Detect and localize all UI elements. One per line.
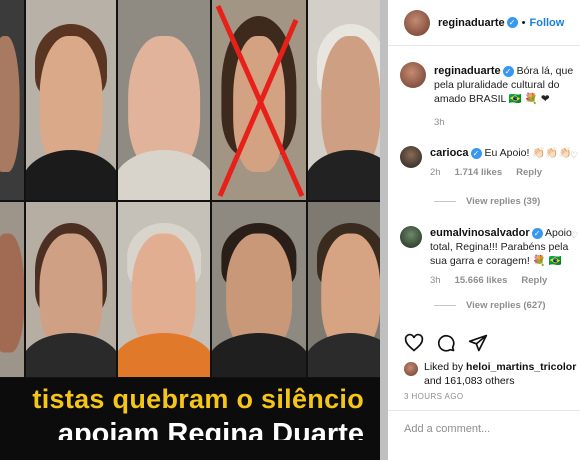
- portrait-10: [308, 202, 385, 377]
- comment-username[interactable]: eumalvinosalvador: [430, 227, 530, 239]
- frame-divider: [380, 0, 388, 460]
- portrait-1: [0, 0, 24, 200]
- liked-by-user[interactable]: heloi_martins_tricolor: [466, 361, 576, 373]
- liked-by-prefix: Liked by: [424, 361, 464, 373]
- verified-badge-icon: ✓: [502, 65, 514, 77]
- post-timestamp: 3 HOURS AGO: [404, 392, 464, 401]
- comment-time: 3h: [430, 275, 441, 286]
- comment-text: Eu Apoio! 👏🏻👏🏻👏🏻: [484, 147, 572, 159]
- portrait-9: [212, 202, 306, 377]
- comment-likes[interactable]: 15.666 likes: [455, 274, 508, 288]
- post-actions: [404, 333, 488, 353]
- comment-icon[interactable]: [436, 333, 456, 353]
- comment-carioca: carioca ✓ Eu Apoio! 👏🏻👏🏻👏🏻 2h 1.714 likes…: [400, 146, 580, 180]
- view-replies-button[interactable]: View replies (39): [434, 196, 540, 207]
- liked-by-count[interactable]: and 161,083 others: [424, 375, 515, 387]
- add-comment-input[interactable]: [404, 423, 574, 435]
- liker-avatar[interactable]: [404, 362, 418, 376]
- verified-badge-icon: ✓: [506, 17, 518, 28]
- verified-badge-icon: ✓: [470, 147, 482, 159]
- comment-username[interactable]: carioca: [430, 147, 469, 159]
- comment-like-heart-icon[interactable]: ♡: [570, 150, 578, 161]
- portrait-8: [118, 202, 210, 377]
- reply-button[interactable]: Reply: [516, 166, 542, 180]
- view-replies-label: View replies (39): [466, 196, 541, 207]
- banner-headline-line1: tistas quebram o silêncio: [32, 384, 364, 414]
- portrait-collage: [0, 0, 385, 380]
- verified-badge-icon: ✓: [531, 227, 543, 239]
- share-icon[interactable]: [468, 333, 488, 353]
- post-header: reginaduarte ✓ • Follow: [388, 0, 580, 46]
- portrait-4-crossed: [212, 0, 306, 200]
- caption: reginaduarte ✓ Bóra lá, que pela pluralid…: [400, 62, 580, 130]
- instagram-side-panel: reginaduarte ✓ • Follow reginaduarte ✓ Bó…: [388, 0, 580, 460]
- reply-button[interactable]: Reply: [521, 274, 547, 288]
- comment-time: 2h: [430, 167, 441, 178]
- comment-likes[interactable]: 1.714 likes: [455, 166, 503, 180]
- post-image: tistas quebram o silêncio apoiam Regina …: [0, 0, 385, 460]
- author-avatar[interactable]: [404, 9, 430, 36]
- portrait-3: [118, 0, 210, 200]
- heart-icon[interactable]: [404, 333, 424, 353]
- portrait-2: [26, 0, 116, 200]
- add-comment-bar: [388, 410, 580, 460]
- caption-username[interactable]: reginaduarte: [434, 65, 501, 77]
- comment-eumalvinosalvador: eumalvinosalvador ✓ Apoio total, Regina!!…: [400, 226, 580, 288]
- caption-time: 3h: [434, 117, 445, 128]
- header-separator: •: [521, 16, 526, 29]
- follow-button[interactable]: Follow: [530, 17, 565, 29]
- portrait-7: [26, 202, 116, 377]
- portrait-5: [308, 0, 385, 200]
- liked-by: Liked by heloi_martins_tricolor and 161,…: [404, 360, 576, 388]
- headline-banner: tistas quebram o silêncio apoiam Regina …: [0, 378, 385, 460]
- view-replies-label: View replies (627): [466, 300, 546, 311]
- commenter-avatar[interactable]: [400, 146, 422, 168]
- comment-like-heart-icon[interactable]: ♡: [570, 230, 578, 241]
- view-replies-button[interactable]: View replies (627): [434, 300, 546, 311]
- commenter-avatar[interactable]: [400, 226, 422, 248]
- portrait-6: [0, 202, 24, 377]
- caption-avatar[interactable]: [400, 62, 426, 88]
- author-username[interactable]: reginaduarte: [438, 17, 505, 29]
- red-cross-mark: [215, 4, 305, 198]
- banner-headline-line2: apoiam Regina Duarte: [57, 418, 364, 440]
